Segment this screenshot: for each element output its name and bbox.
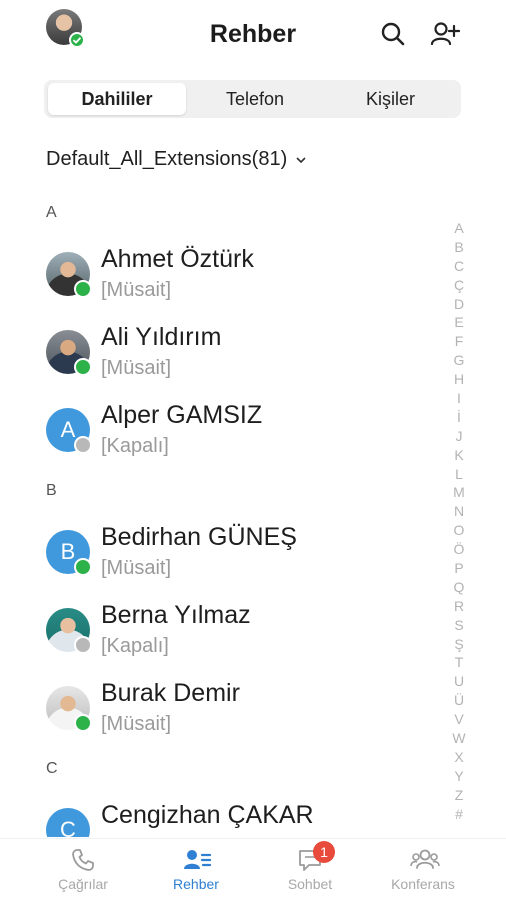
alphabet-index-letter[interactable]: A — [452, 219, 466, 238]
alphabet-index-letter[interactable]: Ç — [452, 276, 466, 295]
add-contact-button[interactable] — [430, 20, 461, 48]
nav-label: Sohbet — [287, 876, 333, 892]
alphabet-index-letter[interactable]: V — [452, 710, 466, 729]
tab-kisiler[interactable]: Kişiler — [324, 83, 457, 115]
contact-name: Berna Yılmaz — [101, 601, 251, 629]
alphabet-index-letter[interactable]: Ü — [452, 691, 466, 710]
add-user-icon — [430, 22, 461, 46]
alphabet-index-letter[interactable]: # — [452, 805, 466, 824]
alphabet-index-letter[interactable]: X — [452, 748, 466, 767]
unread-badge: 1 — [313, 841, 335, 863]
tab-dahililer[interactable]: Dahililer — [48, 83, 186, 115]
contact-name: Burak Demir — [101, 679, 240, 707]
alphabet-index-letter[interactable]: E — [452, 313, 466, 332]
contact-status: [Müsait] — [101, 357, 172, 379]
alphabet-index-letter[interactable]: Z — [452, 786, 466, 805]
segment-tabs: Dahililer Telefon Kişiler — [44, 80, 461, 118]
alphabet-index-letter[interactable]: D — [452, 295, 466, 314]
alphabet-index-letter[interactable]: K — [452, 446, 466, 465]
avatar-initial: A — [60, 417, 76, 442]
contact-row[interactable]: Berna Yılmaz [Kapalı] — [40, 597, 440, 671]
search-icon — [381, 22, 405, 46]
alphabet-index-letter[interactable]: M — [452, 483, 466, 502]
avatar-initial: B — [60, 539, 76, 564]
nav-label: Rehber — [173, 876, 219, 892]
nav-calls[interactable]: Çağrılar — [28, 847, 138, 892]
alphabet-index-letter[interactable]: İ — [452, 408, 466, 427]
contact-row[interactable]: Ali Yıldırım [Müsait] — [40, 319, 440, 393]
avatar: C — [46, 808, 90, 837]
alphabet-index-letter[interactable]: Ş — [452, 635, 466, 654]
online-status-icon — [74, 558, 92, 576]
contact-name: Alper GAMSIZ — [101, 401, 263, 429]
alphabet-index-letter[interactable]: N — [452, 502, 466, 521]
contact-name: Ali Yıldırım — [101, 323, 222, 351]
offline-status-icon — [74, 436, 92, 454]
avatar — [46, 686, 92, 732]
alphabet-index[interactable]: A B C Ç D E F G H I İ J K L M N O Ö P Q R S Ş T U Ü V W X Y Z # — [452, 219, 466, 824]
contact-name: Bedirhan GÜNEŞ — [101, 523, 297, 551]
nav-contacts[interactable]: Rehber — [141, 847, 251, 892]
contact-name: Ahmet Öztürk — [101, 245, 254, 273]
alphabet-index-letter[interactable]: P — [452, 559, 466, 578]
chevron-down-icon — [296, 157, 306, 163]
contact-status: [Kapalı] — [101, 435, 169, 457]
alphabet-index-letter[interactable]: O — [452, 521, 466, 540]
contact-status: [Müsait] — [101, 557, 172, 579]
avatar — [46, 330, 92, 376]
nav-label: Çağrılar — [58, 876, 108, 892]
contact-name: Cengizhan ÇAKAR — [101, 801, 314, 829]
nav-conference[interactable]: Konferans — [368, 847, 478, 892]
contact-row[interactable]: C Cengizhan ÇAKAR — [40, 797, 440, 837]
contact-row[interactable]: Burak Demir [Müsait] — [40, 675, 440, 749]
contact-row[interactable]: A Alper GAMSIZ [Kapalı] — [40, 397, 440, 471]
alphabet-index-letter[interactable]: B — [452, 238, 466, 257]
online-status-icon — [74, 280, 92, 298]
contact-row[interactable]: B Bedirhan GÜNEŞ [Müsait] — [40, 519, 440, 593]
alphabet-index-letter[interactable]: Ö — [452, 540, 466, 559]
section-header: C — [46, 760, 58, 777]
tab-telefon[interactable]: Telefon — [186, 83, 324, 115]
contact-row[interactable]: Ahmet Öztürk [Müsait] — [40, 241, 440, 315]
avatar: B — [46, 530, 92, 576]
group-selector[interactable]: Default_All_Extensions(81) — [46, 148, 307, 171]
online-status-icon — [74, 358, 92, 376]
alphabet-index-letter[interactable]: R — [452, 597, 466, 616]
alphabet-index-letter[interactable]: I — [452, 389, 466, 408]
app-header: Rehber — [0, 0, 506, 72]
contact-status: [Müsait] — [101, 713, 172, 735]
avatar: A — [46, 408, 92, 454]
contact-status: [Müsait] — [101, 279, 172, 301]
alphabet-index-letter[interactable]: W — [452, 729, 466, 748]
alphabet-index-letter[interactable]: U — [452, 672, 466, 691]
phone-icon — [72, 849, 94, 871]
search-button[interactable] — [379, 20, 407, 48]
alphabet-index-letter[interactable]: S — [452, 616, 466, 635]
contact-status: [Kapalı] — [101, 635, 169, 657]
group-selector-label: Default_All_Extensions(81) — [46, 148, 288, 170]
nav-label: Konferans — [391, 876, 455, 892]
bottom-nav: Çağrılar Rehber 1 Sohbet Konferans — [0, 838, 506, 901]
conference-icon — [410, 849, 440, 869]
contacts-icon — [184, 850, 212, 869]
alphabet-index-letter[interactable]: Q — [452, 578, 466, 597]
alphabet-index-letter[interactable]: H — [452, 370, 466, 389]
section-header: B — [46, 482, 57, 499]
avatar-initial: C — [60, 817, 76, 837]
online-status-icon — [74, 714, 92, 732]
alphabet-index-letter[interactable]: J — [452, 427, 466, 446]
alphabet-index-letter[interactable]: C — [452, 257, 466, 276]
avatar — [46, 608, 92, 654]
alphabet-index-letter[interactable]: T — [452, 653, 466, 672]
alphabet-index-letter[interactable]: F — [452, 332, 466, 351]
offline-status-icon — [74, 636, 92, 654]
nav-chat[interactable]: 1 Sohbet — [255, 841, 365, 892]
avatar — [46, 252, 92, 298]
section-header: A — [46, 204, 57, 221]
alphabet-index-letter[interactable]: Y — [452, 767, 466, 786]
alphabet-index-letter[interactable]: L — [452, 465, 466, 484]
alphabet-index-letter[interactable]: G — [452, 351, 466, 370]
